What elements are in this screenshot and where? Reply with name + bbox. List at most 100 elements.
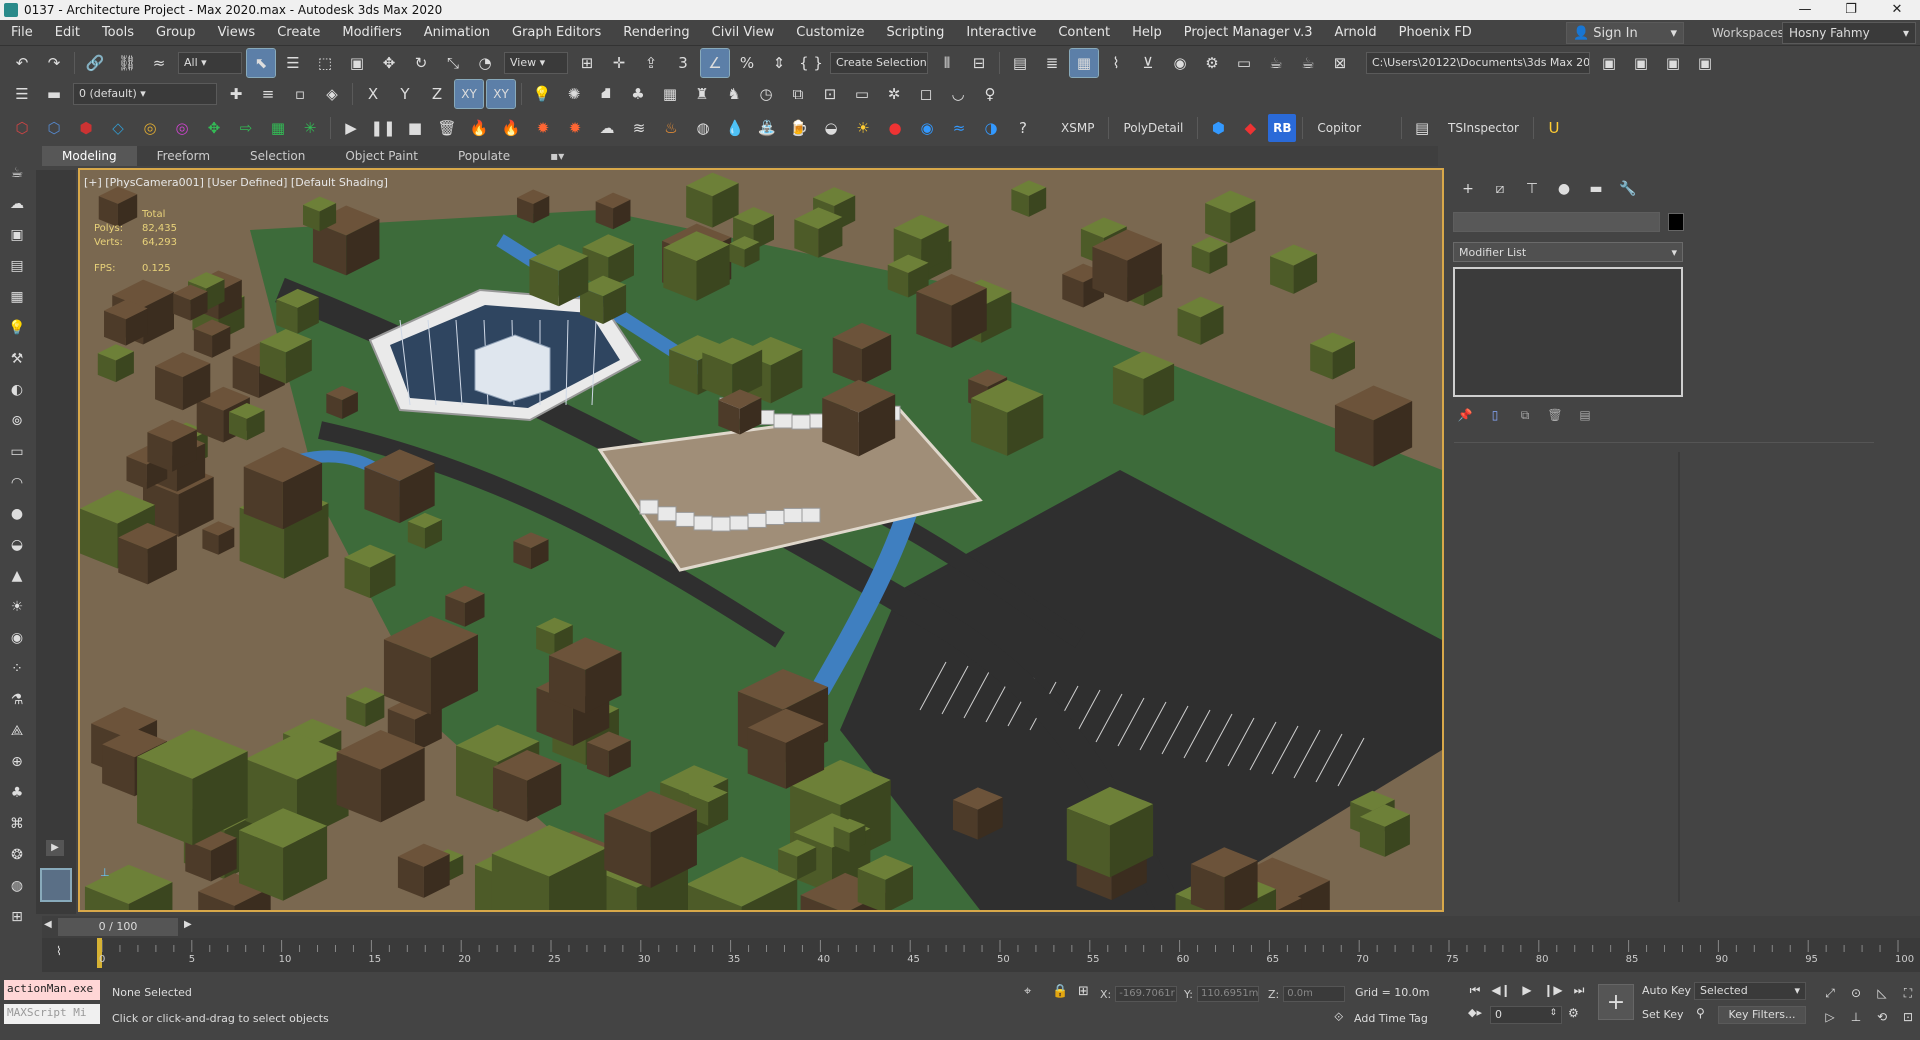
- panel-scrollbar[interactable]: [1678, 452, 1680, 902]
- next-key-icon[interactable]: ❙▶: [1542, 980, 1564, 1000]
- box-shape-icon[interactable]: ⬡: [8, 114, 36, 142]
- viewport-thumbnail[interactable]: [40, 868, 72, 902]
- axis-xy-cycle-button[interactable]: XY: [486, 79, 516, 109]
- ocean-icon[interactable]: ≈: [945, 114, 973, 142]
- maxscript-mini-listener[interactable]: MAXScript Mi: [4, 1004, 100, 1024]
- show-end-result-icon[interactable]: ▯: [1483, 404, 1507, 426]
- wind-icon[interactable]: ≋: [625, 114, 653, 142]
- rb-plugin-icon[interactable]: ◆: [1236, 114, 1264, 142]
- mesh-icon[interactable]: ⟁: [4, 718, 30, 744]
- percent-snap-icon[interactable]: %: [733, 49, 761, 77]
- motion-tab-icon[interactable]: ●: [1550, 178, 1578, 200]
- y-input[interactable]: 110.6951m: [1196, 986, 1259, 1002]
- bowl-icon[interactable]: ◒: [4, 532, 30, 558]
- flame-icon[interactable]: ♨: [657, 114, 685, 142]
- viewport-camera[interactable]: [+] [PhysCamera001] [User Defined] [Defa…: [78, 168, 1444, 912]
- menu-edit[interactable]: Edit: [44, 25, 91, 40]
- light-lister-icon[interactable]: ♀: [976, 80, 1004, 108]
- menu-animation[interactable]: Animation: [413, 25, 501, 40]
- xsmp-button[interactable]: XSMP: [1051, 116, 1104, 140]
- rotate-icon[interactable]: ↻: [407, 49, 435, 77]
- add-time-tag-button[interactable]: Add Time Tag: [1354, 1012, 1428, 1025]
- geosphere-icon[interactable]: ⬡: [40, 114, 68, 142]
- tsinspector-icon[interactable]: ▤: [1408, 114, 1436, 142]
- texture-icon[interactable]: ❂: [4, 842, 30, 868]
- rigging-icon[interactable]: ♜: [688, 80, 716, 108]
- unlink-icon[interactable]: ⛓: [113, 49, 141, 77]
- menu-phoenix-fd[interactable]: Phoenix FD: [1388, 25, 1483, 40]
- angle-snap-icon[interactable]: ∠: [700, 48, 730, 78]
- prev-frame-icon[interactable]: ◀: [44, 919, 52, 930]
- u-plugin-icon[interactable]: U: [1540, 114, 1568, 142]
- frame-icon[interactable]: ◻: [912, 80, 940, 108]
- pan-icon[interactable]: ▷: [1818, 1006, 1842, 1028]
- sun-icon[interactable]: ☀: [4, 594, 30, 620]
- project-path-dropdown[interactable]: C:\Users\20122\Documents\3ds Max 2020 ▾: [1366, 52, 1590, 74]
- schematic-view-icon[interactable]: ⊻: [1134, 49, 1162, 77]
- viewport-config-icon[interactable]: ⊡: [816, 80, 844, 108]
- toggle-scene-explorer-icon[interactable]: ☰: [8, 80, 36, 108]
- safe-frame-icon[interactable]: ▭: [848, 80, 876, 108]
- maximize-icon[interactable]: ❐: [1828, 0, 1874, 20]
- pivot-icon[interactable]: ⊞: [573, 49, 601, 77]
- disc-icon[interactable]: ◉: [4, 625, 30, 651]
- menu-help[interactable]: Help: [1121, 25, 1173, 40]
- ribbon-toggle-icon[interactable]: ▦: [1069, 48, 1099, 78]
- time-config-icon[interactable]: ⚙: [1568, 1006, 1579, 1020]
- menu-interactive[interactable]: Interactive: [955, 25, 1047, 40]
- lock-selection-icon[interactable]: 🔒: [1052, 984, 1068, 999]
- hierarchy-tab-icon[interactable]: ⊤: [1518, 178, 1546, 200]
- project-save-icon[interactable]: ▣: [1691, 49, 1719, 77]
- time-slider[interactable]: ◀ 0 / 100 ▶: [42, 916, 1920, 938]
- layer-dropdown[interactable]: 0 (default) ▾: [73, 83, 217, 105]
- select-layer-icon[interactable]: ▫: [286, 80, 314, 108]
- liquid-icon[interactable]: 💧: [721, 114, 749, 142]
- sphere-icon[interactable]: ●: [4, 501, 30, 527]
- place-icon[interactable]: ◔: [471, 49, 499, 77]
- zoom-icon[interactable]: ⤢: [1818, 982, 1842, 1004]
- project-open-icon[interactable]: ▣: [1659, 49, 1687, 77]
- render-production-icon[interactable]: ☕: [1262, 49, 1290, 77]
- zoom-extents-icon[interactable]: ⛶: [1896, 982, 1920, 1004]
- scale-icon[interactable]: ⤡: [439, 49, 467, 77]
- absolute-mode-icon[interactable]: ⊞: [1078, 984, 1089, 999]
- render-iterative-icon[interactable]: ☕: [1294, 49, 1322, 77]
- go-to-start-icon[interactable]: ⏮: [1464, 980, 1486, 1000]
- key-filters-button[interactable]: Key Filters...: [1718, 1006, 1806, 1024]
- set-key-button[interactable]: Set Key: [1642, 1008, 1684, 1021]
- x-input[interactable]: -169.7061r: [1115, 986, 1178, 1002]
- light-icon[interactable]: 💡: [4, 315, 30, 341]
- layer-stack-icon[interactable]: ≡: [254, 80, 282, 108]
- explosion-icon[interactable]: ✹: [561, 114, 589, 142]
- rect-selection-icon[interactable]: ⬚: [311, 49, 339, 77]
- add-layer-icon[interactable]: ✚: [222, 80, 250, 108]
- teapot-icon[interactable]: ☕: [4, 160, 30, 186]
- layer-explorer-icon[interactable]: ≣: [1038, 49, 1066, 77]
- plant-icon[interactable]: ♣: [4, 780, 30, 806]
- play-icon[interactable]: ▶: [337, 114, 365, 142]
- z-input[interactable]: 0.0m: [1283, 986, 1346, 1002]
- undo-icon[interactable]: ↶: [8, 49, 36, 77]
- cone-icon[interactable]: ▲: [4, 563, 30, 589]
- menu-graph-editors[interactable]: Graph Editors: [501, 25, 612, 40]
- tab-selection[interactable]: Selection: [230, 146, 325, 166]
- configure-modifier-sets-icon[interactable]: ▤: [1573, 404, 1597, 426]
- ref-coord-dropdown[interactable]: View ▾: [504, 52, 568, 74]
- keyboard-shortcut-icon[interactable]: ⇪: [637, 49, 665, 77]
- menu-project-manager[interactable]: Project Manager v.3: [1173, 25, 1324, 40]
- cycle-icon[interactable]: ◷: [752, 80, 780, 108]
- burn-icon[interactable]: ✹: [529, 114, 557, 142]
- sign-in-button[interactable]: 👤 Sign In ▾: [1566, 22, 1684, 44]
- particles-icon[interactable]: ⁘: [4, 656, 30, 682]
- camera-icon[interactable]: ⧉: [784, 80, 812, 108]
- key-mode-icon[interactable]: ◆▸: [1468, 1006, 1482, 1019]
- arrow-right-icon[interactable]: ⇨: [232, 114, 260, 142]
- pause-icon[interactable]: ❚❚: [369, 114, 397, 142]
- make-unique-icon[interactable]: ⧉: [1513, 404, 1537, 426]
- next-frame-icon[interactable]: ▶: [184, 919, 192, 930]
- dynamics-icon[interactable]: ⛘: [592, 80, 620, 108]
- menu-tools[interactable]: Tools: [91, 25, 145, 40]
- edit-named-selection-icon[interactable]: { }: [797, 49, 825, 77]
- sun-icon[interactable]: ✺: [560, 80, 588, 108]
- frame-counter[interactable]: 0 / 100: [58, 918, 178, 936]
